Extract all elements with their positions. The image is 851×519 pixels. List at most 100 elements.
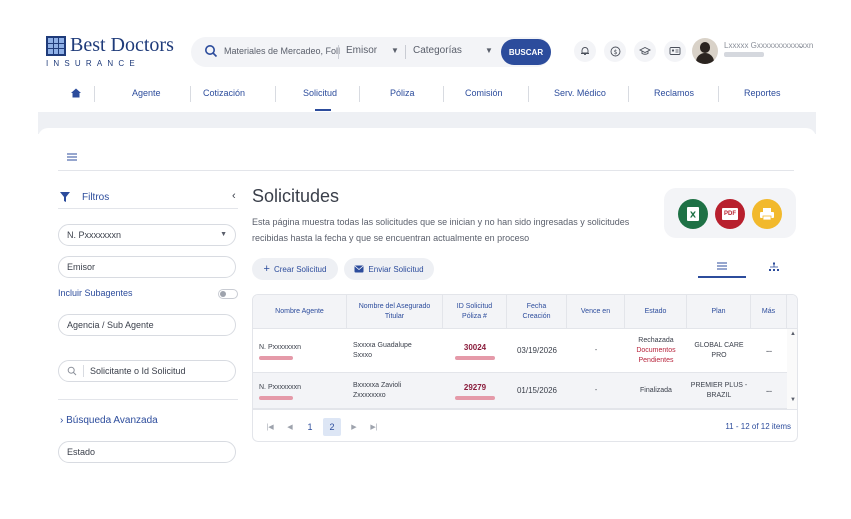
chevron-right-icon: › xyxy=(60,415,64,426)
scroll-down-icon[interactable]: ▼ xyxy=(790,397,796,403)
solicitud-id[interactable]: 30024 xyxy=(464,343,486,353)
crear-solicitud-label: Crear Solicitud xyxy=(273,264,327,274)
graduation-cap-icon[interactable] xyxy=(634,40,656,62)
more-actions-icon[interactable]: ... xyxy=(751,329,787,373)
export-panel: X PDF xyxy=(664,188,796,238)
column-header[interactable]: Nombre del Asegurado Titular xyxy=(347,295,443,329)
page-title: Solicitudes xyxy=(252,186,340,206)
more-actions-icon[interactable]: ... xyxy=(751,373,787,409)
vence-cell: - xyxy=(594,347,598,354)
nav-divider xyxy=(718,86,719,102)
id-cell[interactable]: 29279 xyxy=(443,373,507,409)
crear-solicitud-button[interactable]: + Crear Solicitud xyxy=(252,258,338,280)
search-bar: Materiales de Mercadeo, Foll Emisor ▼ Ca… xyxy=(191,37,551,67)
nav-item-reportes[interactable]: Reportes xyxy=(744,88,781,98)
column-header[interactable]: Nombre Agente xyxy=(253,295,347,329)
chevron-down-icon[interactable]: ⌄ xyxy=(798,41,805,50)
pdf-export-icon[interactable]: PDF xyxy=(715,199,745,229)
estado-field[interactable]: Estado xyxy=(58,441,236,463)
nav-item-poliza[interactable]: Póliza xyxy=(390,88,415,98)
column-header[interactable]: Más xyxy=(751,295,787,329)
dollar-icon[interactable]: $ xyxy=(604,40,626,62)
print-icon[interactable] xyxy=(752,199,782,229)
nav-divider xyxy=(94,86,95,102)
page-description: Esta página muestra todas las solicitude… xyxy=(252,217,630,243)
agencia-field-placeholder: Agencia / Sub Agente xyxy=(67,320,154,330)
solicitud-id[interactable]: 29279 xyxy=(464,383,486,393)
plan-cell: PREMIER PLUS - BRAZIL xyxy=(687,373,751,409)
agent-cell: N. Pxxxxxxxn xyxy=(259,329,345,373)
prev-page-icon[interactable]: ◀ xyxy=(281,418,299,436)
page-1-button[interactable]: 1 xyxy=(301,418,319,436)
filters-title: Filtros xyxy=(82,192,110,203)
page: Best Doctors INSURANCE Materiales de Mer… xyxy=(0,0,851,519)
bell-icon[interactable] xyxy=(574,40,596,62)
enviar-solicitud-button[interactable]: Enviar Solicitud xyxy=(344,258,434,280)
column-header[interactable]: Plan xyxy=(687,295,751,329)
emisor-dropdown[interactable]: Emisor xyxy=(346,45,377,56)
categorias-dropdown[interactable]: Categorías xyxy=(413,45,462,56)
estado-text: Finalizada xyxy=(640,387,672,394)
first-page-icon[interactable]: |◀ xyxy=(261,418,279,436)
chevron-down-icon: ▼ xyxy=(485,46,493,55)
scroll-up-icon[interactable]: ▲ xyxy=(790,331,796,337)
vence-cell: - xyxy=(594,387,598,394)
id-cell[interactable]: 30024 xyxy=(443,329,507,373)
avatar[interactable] xyxy=(692,38,718,64)
column-header[interactable]: Vence en xyxy=(567,295,625,329)
svg-text:X: X xyxy=(690,211,697,220)
redacted-text xyxy=(259,355,293,360)
table-row[interactable]: N. Pxxxxxxxn Sxxxxa Guadalupe Sxxxo 3002… xyxy=(253,329,787,373)
chevron-down-icon: ▼ xyxy=(220,231,227,238)
nav-item-cotizacion[interactable]: Cotización xyxy=(203,88,245,98)
agent-name: N. Pxxxxxxxn xyxy=(259,343,302,351)
incluir-subagentes-toggle[interactable] xyxy=(218,289,238,299)
chevron-down-icon: ▼ xyxy=(391,46,399,55)
search-icon[interactable] xyxy=(204,44,218,58)
nav-active-indicator xyxy=(315,109,331,111)
pdf-label: PDF xyxy=(722,208,738,220)
hierarchy-view-icon[interactable] xyxy=(750,256,798,278)
estado-cell: Finalizada xyxy=(625,373,687,409)
logo-sub: INSURANCE xyxy=(46,59,140,68)
next-page-icon[interactable]: ▶ xyxy=(345,418,363,436)
list-view-icon[interactable] xyxy=(698,256,746,278)
nav-item-serv-medico[interactable]: Serv. Médico xyxy=(554,88,606,98)
estado-field-placeholder: Estado xyxy=(67,447,96,457)
page-2-button[interactable]: 2 xyxy=(323,418,341,436)
table-row[interactable]: N. Pxxxxxxxn Bxxxxxa Zavioli Zxxxxxxxo 2… xyxy=(253,373,787,409)
table-scrollbar[interactable]: ▲ ▼ xyxy=(787,329,797,409)
collapse-sidebar-icon[interactable]: ‹ xyxy=(232,190,236,202)
solicitante-placeholder: Solicitante o Id Solicitud xyxy=(90,366,186,376)
column-header[interactable]: Fecha Creación xyxy=(507,295,567,329)
nav-item-solicitud[interactable]: Solicitud xyxy=(303,88,337,98)
emisor-field-placeholder: Emisor xyxy=(67,262,96,272)
id-card-icon[interactable] xyxy=(664,40,686,62)
emisor-field[interactable]: Emisor xyxy=(58,256,236,278)
home-icon[interactable] xyxy=(70,87,82,99)
nav-item-comision[interactable]: Comisión xyxy=(465,88,503,98)
user-role-redacted xyxy=(724,52,764,57)
buscar-button[interactable]: BUSCAR xyxy=(501,39,551,65)
nav-divider xyxy=(275,86,276,102)
excel-export-icon[interactable]: X xyxy=(678,199,708,229)
busqueda-avanzada-toggle[interactable]: › Búsqueda Avanzada xyxy=(60,415,158,426)
date-cell: 01/15/2026 xyxy=(516,386,558,395)
agent-select[interactable]: N. Pxxxxxxxn ▼ xyxy=(58,224,236,246)
column-header[interactable]: ID Solicitud Póliza # xyxy=(443,295,507,329)
agencia-field[interactable]: Agencia / Sub Agente xyxy=(58,314,236,336)
logo-mark-icon xyxy=(46,36,66,56)
content-card: Filtros ‹ N. Pxxxxxxxn ▼ Emisor Incluir … xyxy=(38,128,816,519)
last-page-icon[interactable]: ▶| xyxy=(365,418,383,436)
pagination: |◀ ◀ 1 2 ▶ ▶| 11 - 12 of 12 items xyxy=(253,409,797,441)
agent-select-value: N. Pxxxxxxxn xyxy=(67,230,122,240)
search-input[interactable]: Materiales de Mercadeo, Foll xyxy=(224,46,340,56)
menu-icon[interactable] xyxy=(66,152,78,162)
plan-text: PREMIER PLUS - xyxy=(690,382,748,389)
solicitante-search-field[interactable]: Solicitante o Id Solicitud xyxy=(58,360,236,382)
column-header[interactable]: Estado xyxy=(625,295,687,329)
divider xyxy=(58,208,238,209)
nav-item-reclamos[interactable]: Reclamos xyxy=(654,88,694,98)
best-doctors-logo[interactable]: Best Doctors INSURANCE xyxy=(46,34,186,72)
nav-item-agente[interactable]: Agente xyxy=(132,88,161,98)
